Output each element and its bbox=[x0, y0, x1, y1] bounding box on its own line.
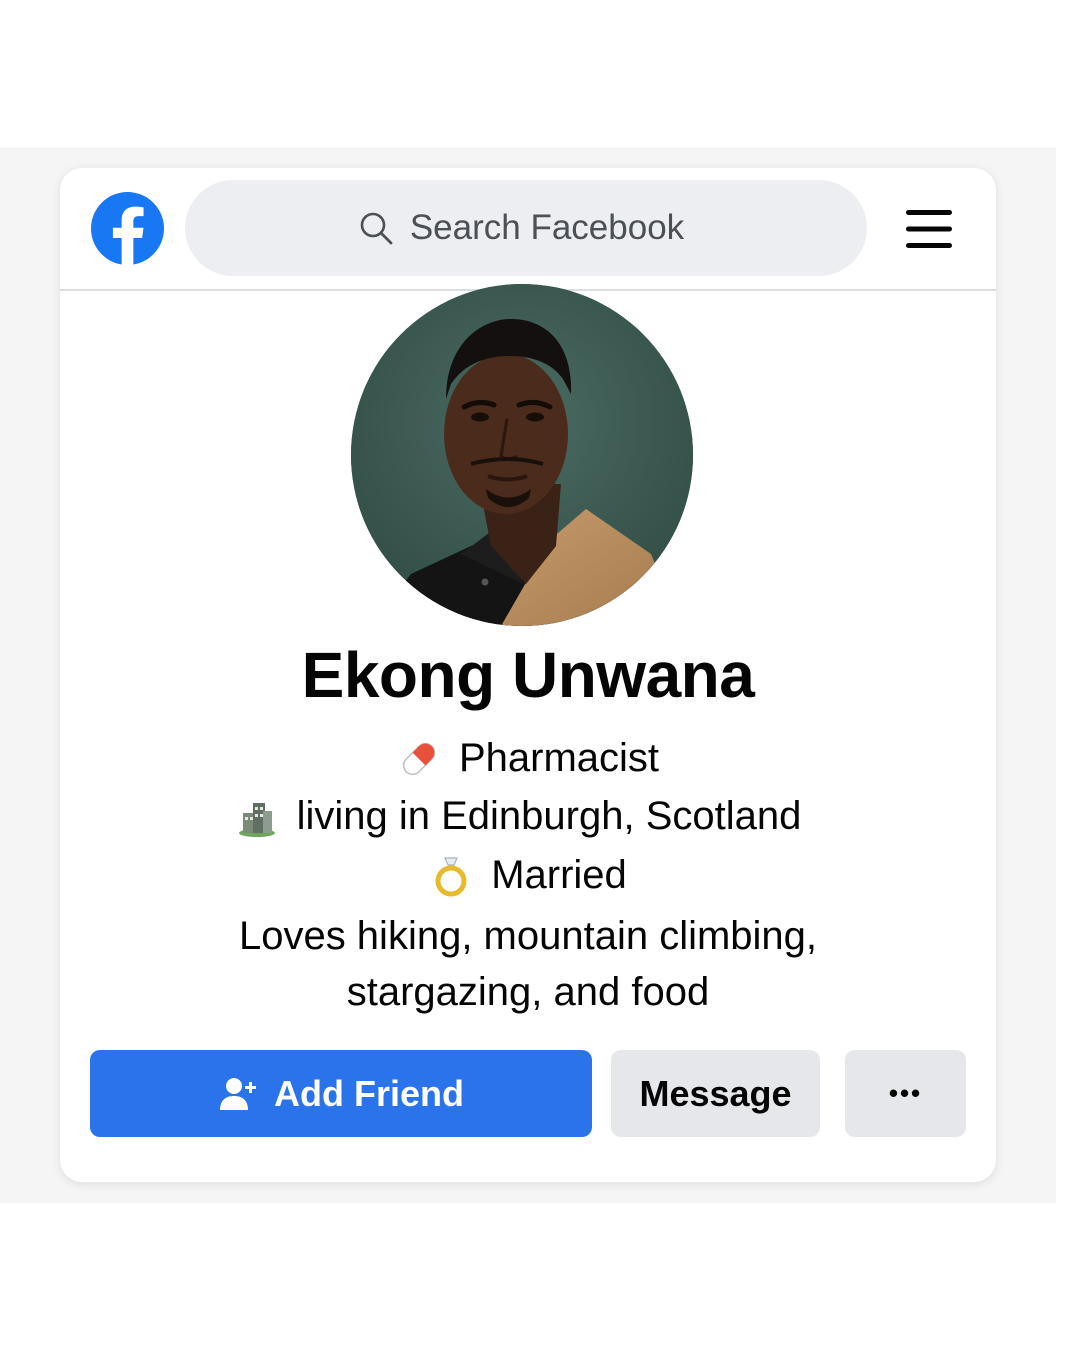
search-icon bbox=[360, 212, 393, 245]
add-friend-button[interactable]: Add Friend bbox=[90, 1050, 592, 1137]
bio-text: Loves hiking, mountain climbing, stargaz… bbox=[60, 908, 996, 1020]
avatar-portrait-image bbox=[351, 284, 693, 626]
hamburger-menu-icon[interactable] bbox=[906, 210, 952, 248]
profile-name: Ekong Unwana bbox=[301, 639, 755, 711]
profile-avatar[interactable] bbox=[351, 284, 693, 626]
bio-line-2: stargazing, and food bbox=[346, 970, 710, 1014]
location-text: living in Edinburgh, Scotland bbox=[296, 794, 802, 838]
message-button[interactable]: Message bbox=[611, 1050, 820, 1137]
top-navigation-bar: Search Facebook bbox=[60, 168, 996, 291]
message-label: Message bbox=[639, 1072, 792, 1114]
pill-icon bbox=[402, 742, 436, 775]
occupation-text: Pharmacist bbox=[458, 736, 660, 780]
facebook-logo-icon[interactable] bbox=[91, 192, 164, 265]
search-placeholder: Search Facebook bbox=[409, 208, 685, 247]
more-options-icon: ••• bbox=[888, 1078, 923, 1108]
location-line: living in Edinburgh, Scotland bbox=[60, 794, 986, 839]
city-building-icon bbox=[238, 802, 275, 837]
relationship-line: Married bbox=[60, 853, 996, 898]
search-bar[interactable]: Search Facebook bbox=[185, 180, 867, 276]
add-friend-icon bbox=[220, 1077, 256, 1110]
bio-line-1: Loves hiking, mountain climbing, bbox=[238, 914, 818, 958]
relationship-text: Married bbox=[491, 853, 627, 897]
more-options-button[interactable]: ••• bbox=[845, 1050, 966, 1137]
ring-icon bbox=[435, 856, 467, 896]
add-friend-label: Add Friend bbox=[274, 1072, 464, 1114]
occupation-line: Pharmacist bbox=[60, 736, 996, 781]
profile-card: Search Facebook Ekong Unwana Pharmacist … bbox=[60, 168, 996, 1182]
